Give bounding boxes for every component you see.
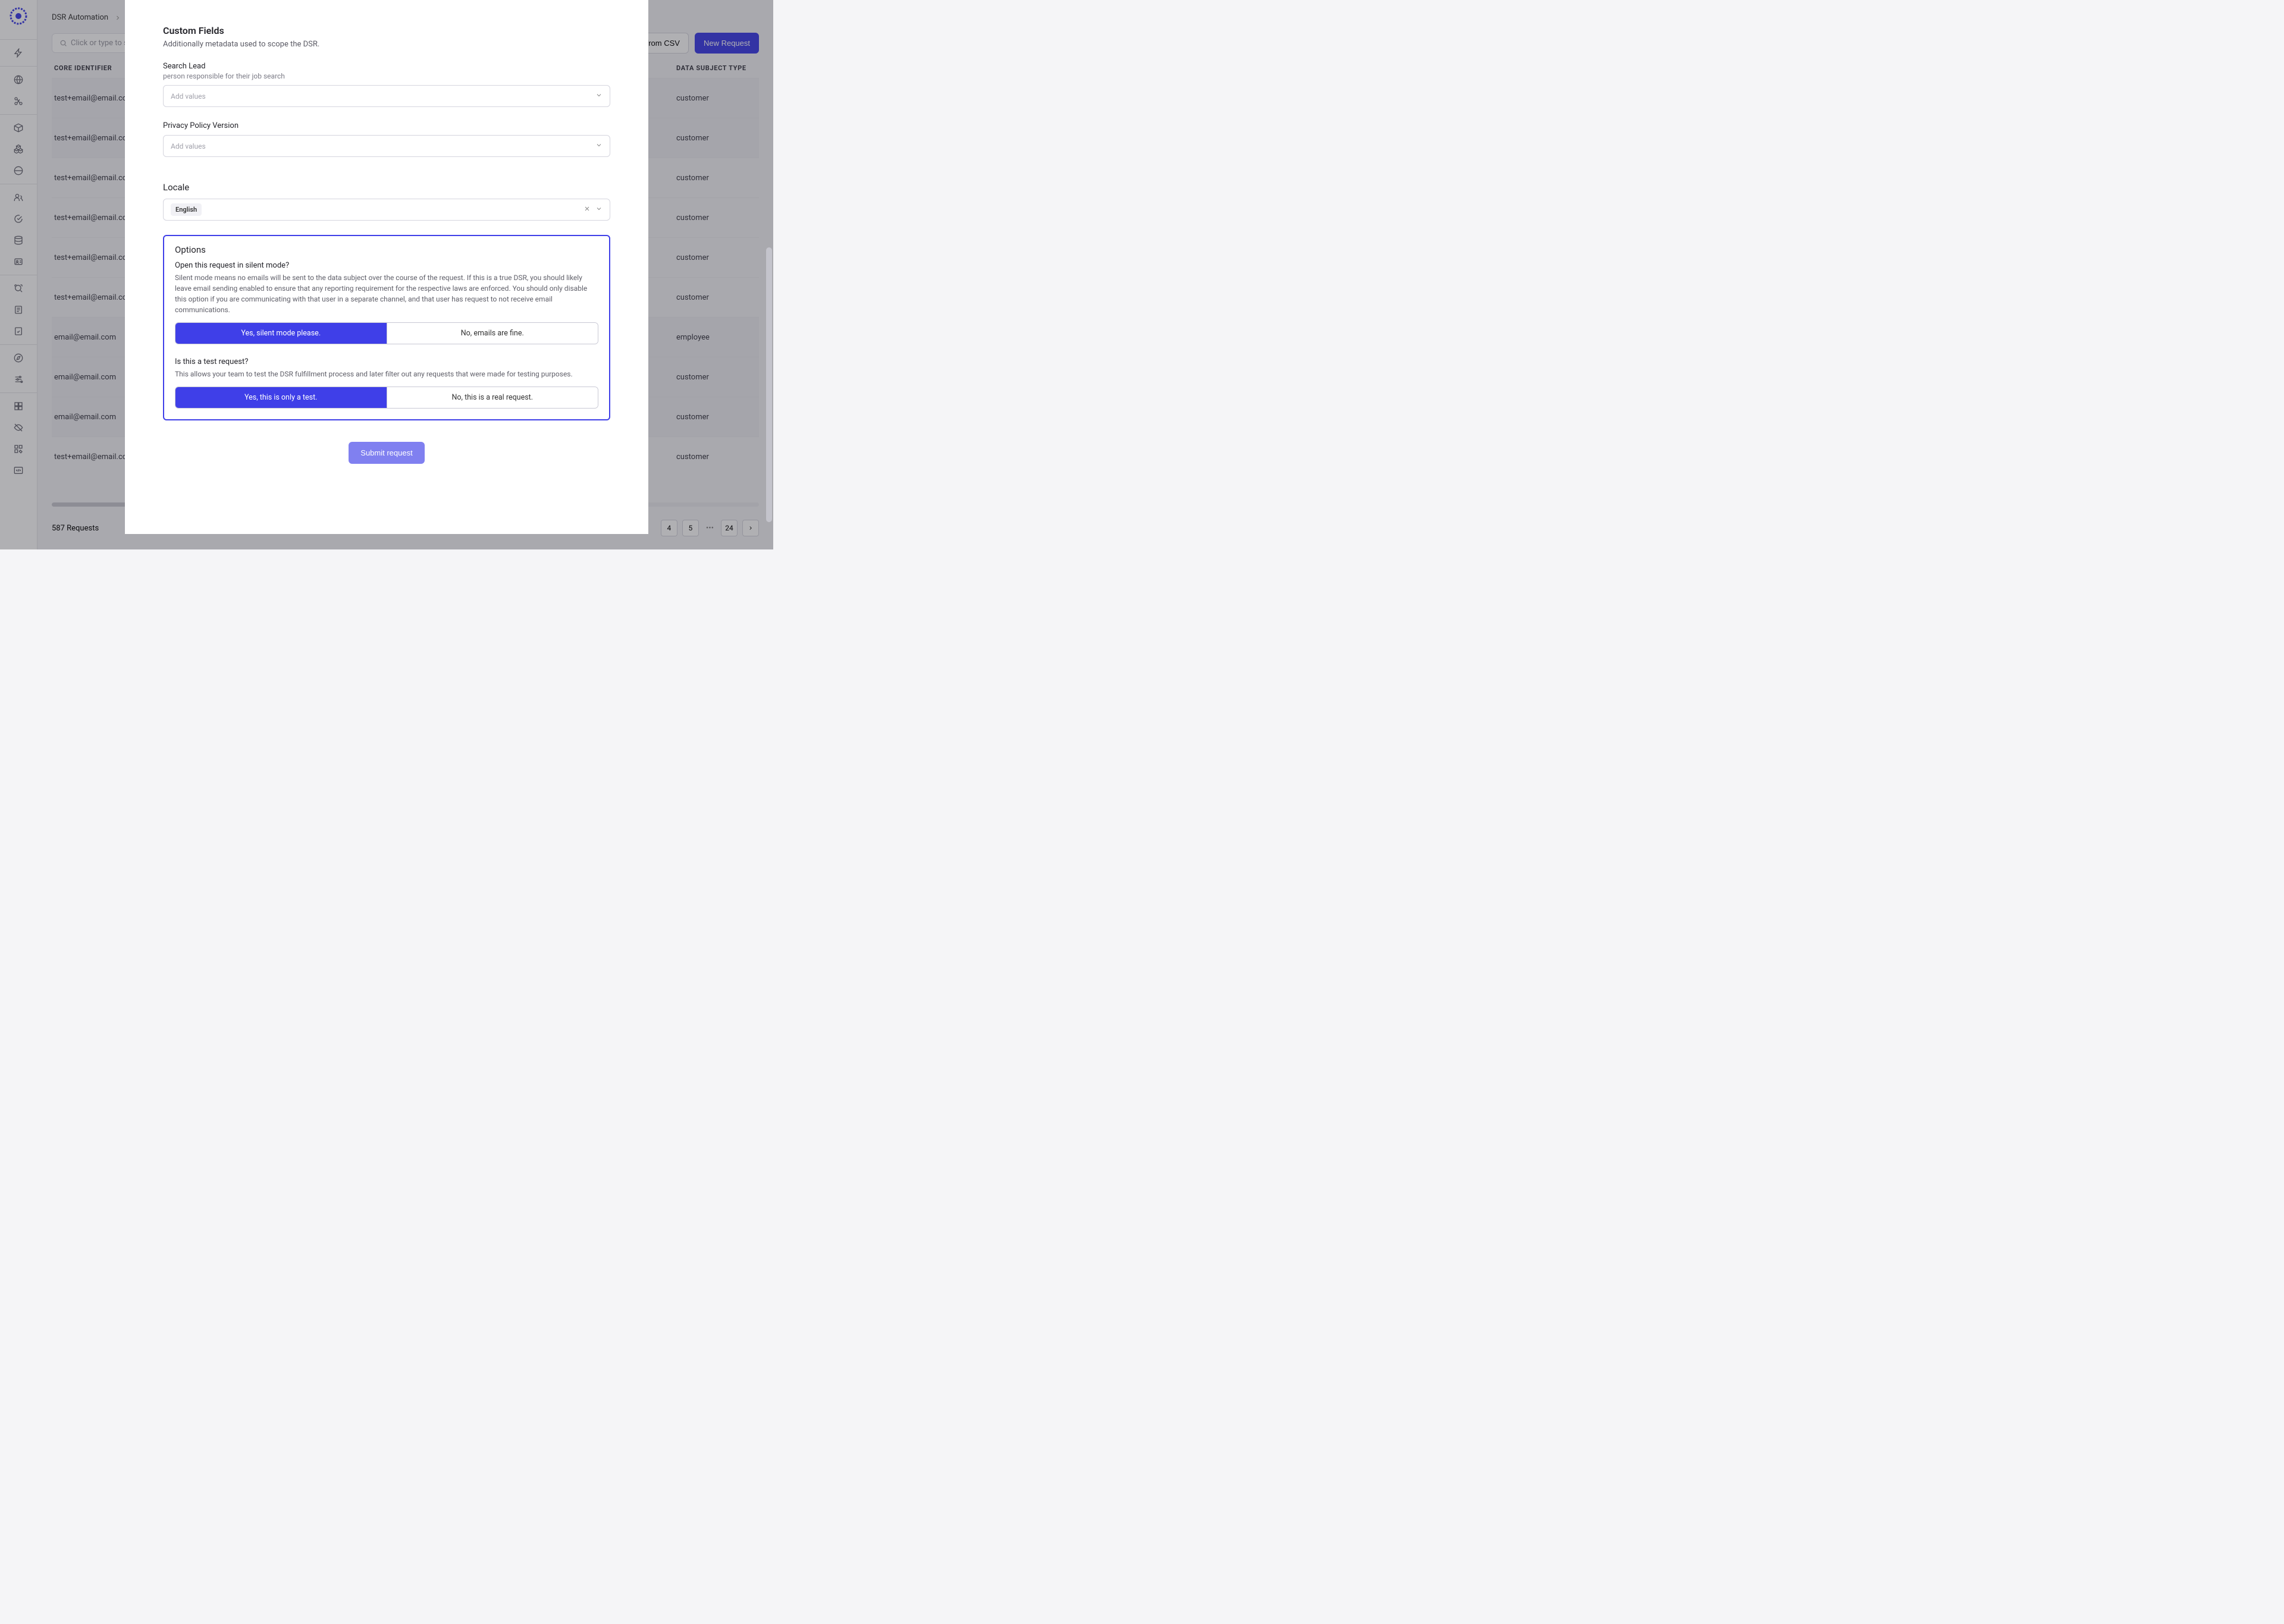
new-request-modal: Custom Fields Additionally metadata used… bbox=[125, 0, 648, 534]
silent-mode-help: Silent mode means no emails will be sent… bbox=[175, 272, 598, 315]
locale-select[interactable]: English bbox=[163, 199, 610, 221]
custom-fields-title: Custom Fields bbox=[163, 25, 610, 36]
search-lead-help: person responsible for their job search bbox=[163, 72, 610, 80]
silent-mode-toggle: Yes, silent mode please. No, emails are … bbox=[175, 322, 598, 344]
silent-mode-question: Open this request in silent mode? bbox=[175, 261, 598, 270]
locale-label: Locale bbox=[163, 182, 610, 193]
test-request-toggle: Yes, this is only a test. No, this is a … bbox=[175, 387, 598, 409]
privacy-policy-select[interactable]: Add values bbox=[163, 135, 610, 157]
silent-mode-no[interactable]: No, emails are fine. bbox=[387, 323, 598, 344]
chevron-down-icon bbox=[595, 92, 603, 100]
scrollbar-thumb[interactable] bbox=[766, 247, 772, 522]
privacy-policy-placeholder: Add values bbox=[171, 142, 206, 150]
search-lead-placeholder: Add values bbox=[171, 92, 206, 100]
chevron-down-icon bbox=[595, 142, 603, 150]
silent-mode-yes[interactable]: Yes, silent mode please. bbox=[175, 323, 387, 344]
page-scrollbar[interactable] bbox=[765, 0, 773, 549]
clear-icon[interactable] bbox=[583, 205, 591, 214]
search-lead-label: Search Lead bbox=[163, 62, 610, 71]
test-request-yes[interactable]: Yes, this is only a test. bbox=[175, 387, 387, 408]
options-card: Options Open this request in silent mode… bbox=[163, 235, 610, 420]
locale-value: English bbox=[171, 203, 202, 216]
options-title: Options bbox=[175, 244, 598, 255]
privacy-policy-label: Privacy Policy Version bbox=[163, 121, 610, 130]
chevron-down-icon bbox=[595, 205, 603, 214]
test-request-help: This allows your team to test the DSR fu… bbox=[175, 369, 598, 379]
custom-fields-sub: Additionally metadata used to scope the … bbox=[163, 40, 610, 49]
test-request-question: Is this a test request? bbox=[175, 357, 598, 366]
search-lead-select[interactable]: Add values bbox=[163, 85, 610, 107]
submit-request-button[interactable]: Submit request bbox=[349, 442, 424, 464]
test-request-no[interactable]: No, this is a real request. bbox=[387, 387, 598, 408]
